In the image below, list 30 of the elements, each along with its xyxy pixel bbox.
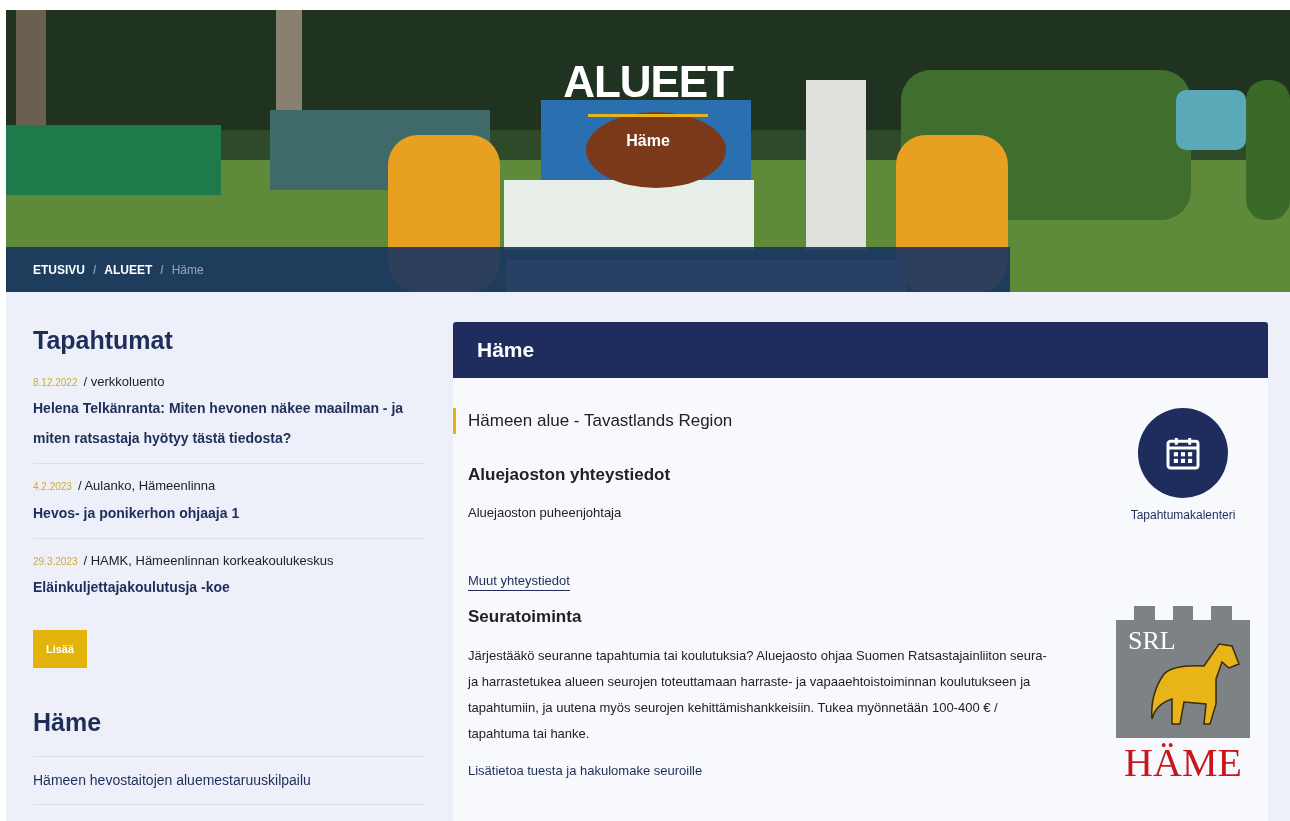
region-menu-item[interactable]: Hämeen hevostaitojen aluemestaruuskilpailu <box>33 756 425 805</box>
lead-text: Hämeen alue - Tavastlands Region <box>468 411 733 430</box>
section-heading: Tapahtumat <box>33 325 174 356</box>
support-link[interactable]: Lisätietoa tuesta ja hakulomake seuroille <box>468 761 703 781</box>
subheading: Aluejaoston yhteystiedot <box>468 463 672 486</box>
subheading: Seuratoiminta <box>468 605 583 628</box>
contacts-link[interactable]: Muut yhteystiedot <box>468 570 570 591</box>
breadcrumb-separator: / <box>93 261 97 279</box>
event-location: / Aulanko, Hämeenlinna <box>77 477 216 495</box>
event-location: / HAMK, Hämeenlinnan korkeakoulukeskus <box>83 551 334 570</box>
event-date: 8.12.2022 <box>33 375 78 390</box>
hero-subtitle: Häme <box>626 131 670 151</box>
hero-title: ALUEET <box>563 60 733 104</box>
breadcrumb-link[interactable]: Häme <box>171 260 204 279</box>
logo-text: SRL <box>1128 628 1176 654</box>
event-date: 4.2.2023 <box>33 480 72 494</box>
breadcrumb-link[interactable]: ETUSIVU <box>33 260 85 279</box>
calendar-label: Tapahtumakalenteri <box>1130 507 1236 524</box>
event-date: 29.3.2023 <box>33 554 78 569</box>
contact-label: Aluejaoston puheenjohtaja <box>468 504 623 522</box>
card-title: Häme <box>477 337 535 364</box>
logo-text: HÄME <box>1124 739 1242 787</box>
club-paragraph: Järjestääkö seuranne tapahtumia tai koulutuksia? Aluejaosto ohjaa Suomen Ratsastajainliiton seura- ja harrastetukea alueen seurojen toteuttamaan harraste- ja vapaaehtoistoiminnan koulutukseen ja tapahtumiin, ja uutena myös seurojen kehittämishankkeisiin. Tukea myönnetään 100-400 € / tapahtuma tai hanke. <box>468 647 1048 743</box>
section-heading: Häme <box>33 707 103 738</box>
breadcrumb-separator: / <box>160 261 164 279</box>
event-location: / verkkoluento <box>83 372 165 391</box>
event-title-link[interactable]: Helena Telkänranta: Miten hevonen näkee maailman - ja miten ratsastaja hyötyy tästä tiedosta? <box>33 393 425 453</box>
breadcrumb-link[interactable]: ALUEET <box>104 260 153 279</box>
event-title-link[interactable]: Hevos- ja ponikerhon ohjaaja 1 <box>33 497 425 528</box>
event-title-link[interactable]: Eläinkuljettajakoulutusja -koe <box>33 572 425 602</box>
